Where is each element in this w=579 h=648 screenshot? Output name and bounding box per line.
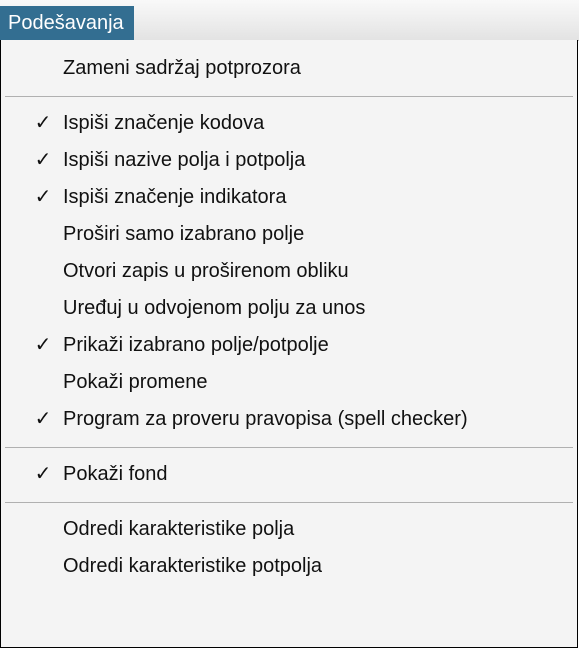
- menu-item-prikazi-izabrano-polje[interactable]: ✓ Prikaži izabrano polje/potpolje: [1, 327, 577, 364]
- check-icon: ✓: [34, 186, 52, 208]
- check-icon: ✓: [34, 112, 52, 134]
- check-icon: ✓: [34, 463, 52, 485]
- menu-item-ispisi-nazive-polja[interactable]: ✓ Ispiši nazive polja i potpolja: [1, 142, 577, 179]
- settings-dropdown-menu: Zameni sadržaj potprozora ✓ Ispiši znače…: [0, 40, 578, 648]
- menu-item-uredjuj-odvojeno[interactable]: Uređuj u odvojenom polju za unos: [1, 290, 577, 327]
- menu-bar: Podešavanja: [0, 0, 579, 41]
- menu-item-label: Ispiši značenje indikatora: [63, 186, 287, 208]
- menu-item-karakteristike-polja[interactable]: Odredi karakteristike polja: [1, 511, 577, 548]
- menu-item-label: Odredi karakteristike potpolja: [63, 555, 323, 577]
- menu-item-label: Uređuj u odvojenom polju za unos: [63, 297, 366, 319]
- check-icon: ✓: [34, 408, 52, 430]
- menu-item-label: Proširi samo izabrano polje: [63, 223, 305, 245]
- menu-item-zameni-sadrzaj[interactable]: Zameni sadržaj potprozora: [1, 50, 577, 87]
- menu-separator: [5, 447, 573, 448]
- check-icon: ✓: [34, 334, 52, 356]
- menu-podesavanja[interactable]: Podešavanja: [0, 6, 134, 40]
- menu-item-label: Ispiši nazive polja i potpolja: [63, 149, 306, 171]
- menu-separator: [5, 502, 573, 503]
- menu-item-otvori-zapis[interactable]: Otvori zapis u proširenom obliku: [1, 253, 577, 290]
- menu-item-pokazi-fond[interactable]: ✓ Pokaži fond: [1, 456, 577, 493]
- menu-item-ispisi-znacenje-kodova[interactable]: ✓ Ispiši značenje kodova: [1, 105, 577, 142]
- menu-item-label: Odredi karakteristike polja: [63, 518, 295, 540]
- menu-item-ispisi-znacenje-indikatora[interactable]: ✓ Ispiši značenje indikatora: [1, 179, 577, 216]
- menu-item-spell-checker[interactable]: ✓ Program za proveru pravopisa (spell ch…: [1, 401, 577, 438]
- menu-item-label: Program za proveru pravopisa (spell chec…: [63, 408, 468, 430]
- menu-item-label: Ispiši značenje kodova: [63, 112, 265, 134]
- menu-separator: [5, 96, 573, 97]
- menu-item-label: Prikaži izabrano polje/potpolje: [63, 334, 329, 356]
- menu-item-label: Pokaži promene: [63, 371, 208, 393]
- menu-item-karakteristike-potpolja[interactable]: Odredi karakteristike potpolja: [1, 548, 577, 585]
- menu-item-label: Zameni sadržaj potprozora: [63, 57, 301, 79]
- check-icon: ✓: [34, 149, 52, 171]
- menu-item-pokazi-promene[interactable]: Pokaži promene: [1, 364, 577, 401]
- menu-item-label: Otvori zapis u proširenom obliku: [63, 260, 349, 282]
- menu-item-prosiri-samo-izabrano[interactable]: Proširi samo izabrano polje: [1, 216, 577, 253]
- menu-item-label: Pokaži fond: [63, 463, 168, 485]
